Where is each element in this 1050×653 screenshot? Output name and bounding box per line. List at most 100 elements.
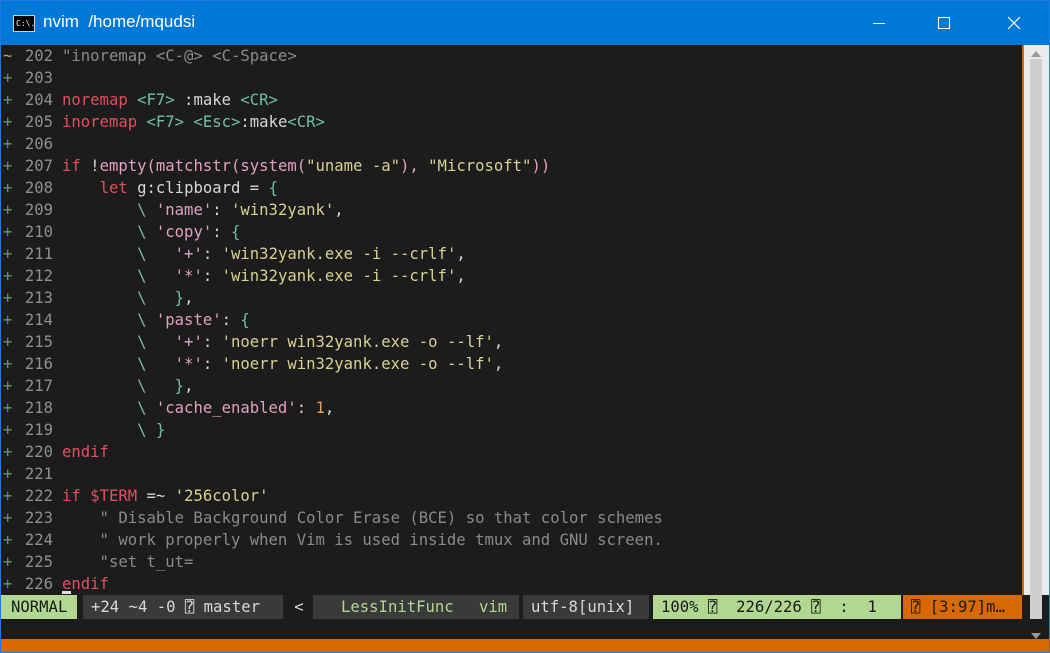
line-number: 221 [24,465,53,483]
git-sign: + [3,157,13,175]
code-line[interactable]: ~202 "inoremap <C-@> <C-Space> [1,45,1022,67]
code-token: { [268,179,278,197]
code-token: <CR> [240,91,278,109]
git-sign: + [3,267,13,285]
code-token: , [324,399,335,417]
code-text: \ } [62,419,165,441]
scrollbar-thumb[interactable] [1030,59,1042,619]
code-token: , [493,355,504,373]
code-line[interactable]: +204 noremap <F7> :make <CR> [1,89,1022,111]
code-text: \ '*': 'win32yank.exe -i --crlf', [62,265,466,287]
code-token: <CR> [287,113,325,131]
code-token: 1 [315,399,325,417]
code-token: '256color' [174,487,269,505]
code-line[interactable]: +221 [1,463,1022,485]
code-line[interactable]: +218 \ 'cache_enabled': 1, [1,397,1022,419]
git-sign: + [3,355,13,373]
code-line[interactable]: +224 " work properly when Vim is used in… [1,529,1022,551]
code-token: : [202,245,222,263]
code-token: 'noerr win32yank.exe -o --lf' [221,355,494,373]
code-line[interactable]: +226 endif [1,573,1022,595]
line-number: 219 [24,421,53,439]
code-token: : [212,201,231,219]
code-line[interactable]: +209 \ 'name': 'win32yank', [1,199,1022,221]
code-token: 'cache_enabled' [146,399,297,417]
code-token: <F7> [137,91,175,109]
line-number: 203 [24,69,53,87]
code-token: \ [137,289,147,307]
git-sign: + [3,223,13,241]
code-line[interactable]: +203 [1,67,1022,89]
line-number: 210 [24,223,53,241]
code-text: \ 'copy': { [62,221,240,243]
code-token: '+' [146,245,203,263]
git-sign: + [3,135,13,153]
code-token: \ [137,201,147,219]
code-line[interactable]: +210 \ 'copy': { [1,221,1022,243]
code-token: noremap [62,91,128,109]
line-number: 224 [24,531,53,549]
line-number: 225 [24,553,53,571]
code-token: \ [137,223,147,241]
code-token: empty(matchstr(system( [99,157,307,175]
line-number: 206 [24,135,53,153]
code-token: : [202,355,222,373]
code-line[interactable]: +213 \ }, [1,287,1022,309]
code-line[interactable]: +222 if $TERM =~ '256color' [1,485,1022,507]
code-line[interactable]: +217 \ }, [1,375,1022,397]
code-line[interactable]: +212 \ '*': 'win32yank.exe -i --crlf', [1,265,1022,287]
close-button[interactable] [991,1,1037,45]
code-token: \ [137,421,147,439]
code-token: ! [80,157,100,175]
line-number: 223 [24,509,53,527]
code-line[interactable]: +211 \ '+': 'win32yank.exe -i --crlf', [1,243,1022,265]
code-token: , [456,267,466,285]
git-sign: + [3,69,13,87]
git-sign: + [3,487,13,505]
code-line[interactable]: +219 \ } [1,419,1022,441]
code-token: " work properly when Vim is used inside … [62,531,663,549]
line-number: 214 [24,311,53,329]
minimize-button[interactable] [856,1,902,45]
code-line[interactable]: +220 endif [1,441,1022,463]
code-line[interactable]: +225 "set t_ut= [1,551,1022,573]
code-line[interactable]: +216 \ '*': 'noerr win32yank.exe -o --lf… [1,353,1022,375]
code-line[interactable]: +214 \ 'paste': { [1,309,1022,331]
line-number: 217 [24,377,53,395]
scroll-up-icon[interactable] [1031,51,1041,57]
code-line[interactable]: +215 \ '+': 'noerr win32yank.exe -o --lf… [1,331,1022,353]
code-token: \ [137,377,147,395]
code-token: : [212,223,231,241]
code-line[interactable]: +223 " Disable Background Color Erase (B… [1,507,1022,529]
command-line[interactable] [1,619,1022,639]
code-line[interactable]: +208 let g:clipboard = { [1,177,1022,199]
code-token: "inoremap <C-@> <C-Space> [62,47,297,65]
line-number: 216 [24,355,53,373]
code-token: , [184,377,194,395]
git-sign: + [3,201,13,219]
code-token: 'win32yank.exe -i --crlf' [221,267,457,285]
maximize-icon [938,17,950,29]
code-text: \ }, [62,287,193,309]
editor-buffer[interactable]: ~202 "inoremap <C-@> <C-Space> +203 +204 nor… [1,45,1022,595]
close-icon [1007,16,1021,30]
code-token: :make [174,91,241,109]
code-line[interactable]: +205 inoremap <F7> <Esc>:make<CR> [1,111,1022,133]
title-bar[interactable]: C:\. nvim /home/mqudsi [1,1,1049,45]
code-text: noremap <F7> :make <CR> [62,89,278,111]
code-token: =~ [137,487,175,505]
code-line[interactable]: +206 [1,133,1022,155]
maximize-button[interactable] [921,1,967,45]
code-token: "uname -a" [306,157,400,175]
code-token: '+' [146,333,203,351]
code-line[interactable]: +207 if !empty(matchstr(system("uname -a"… [1,155,1022,177]
minimize-icon [873,22,885,24]
code-token: , [334,201,344,219]
line-number: 207 [24,157,53,175]
code-token: inoremap [62,113,138,131]
